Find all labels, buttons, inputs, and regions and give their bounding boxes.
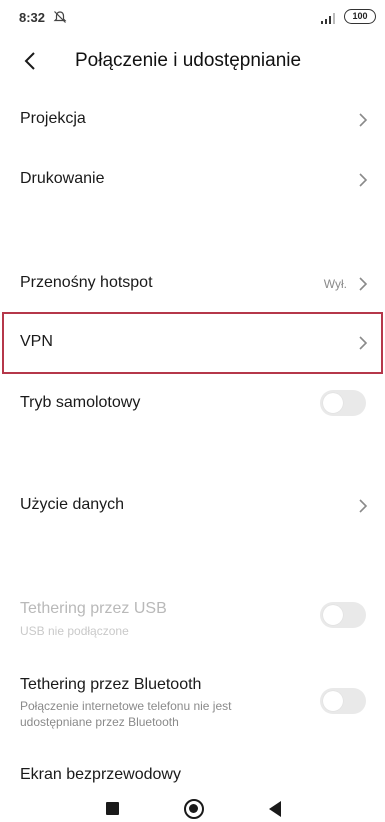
list-item-printing[interactable]: Drukowanie — [0, 150, 385, 210]
nav-back-button[interactable] — [269, 801, 281, 817]
list-item-label: Projekcja — [20, 110, 86, 127]
page-title: Połączenie i udostępnianie — [75, 50, 302, 71]
list-item-label: Drukowanie — [20, 170, 105, 187]
usb-tethering-toggle[interactable] — [320, 602, 366, 628]
chevron-right-icon — [359, 499, 368, 513]
signal-icon — [321, 13, 335, 24]
list-item-label: Tethering przez Bluetooth — [20, 676, 202, 693]
status-bar: 8:32 100 — [0, 0, 385, 36]
back-button[interactable] — [16, 48, 44, 74]
list-item-wireless-display[interactable]: Ekran bezprzewodowy — [0, 752, 385, 792]
home-button[interactable] — [184, 799, 204, 819]
list-item-data-usage[interactable]: Użycie danych — [0, 476, 385, 536]
list-item-label: Przenośny hotspot — [20, 274, 153, 291]
list-item-label: Tryb samolotowy — [20, 394, 141, 411]
list-item-label: Użycie danych — [20, 496, 125, 513]
toggle-knob — [323, 691, 343, 711]
top-bar: Połączenie i udostępnianie — [0, 36, 385, 86]
hotspot-status: Wył. — [323, 277, 347, 291]
status-time: 8:32 — [19, 10, 46, 25]
alarm-off-icon — [53, 11, 67, 23]
list-item-subtitle: Połączenie internetowe telefonu nie jest — [20, 699, 232, 713]
toggle-knob — [323, 393, 343, 413]
list-item-label: Ekran bezprzewodowy — [20, 766, 181, 783]
list-item-usb-tethering: Tethering przez USB USB nie podłączone — [0, 584, 385, 648]
recents-button[interactable] — [106, 802, 119, 815]
chevron-right-icon — [359, 113, 368, 127]
list-item-bluetooth-tethering: Tethering przez Bluetooth Połączenie int… — [0, 664, 385, 738]
list-item-label: Tethering przez USB — [20, 600, 167, 617]
bluetooth-tethering-toggle[interactable] — [320, 688, 366, 714]
list-item-hotspot[interactable]: Przenośny hotspot Wył. — [0, 252, 385, 312]
airplane-mode-toggle[interactable] — [320, 390, 366, 416]
chevron-right-icon — [359, 277, 368, 291]
list-item-subtitle: udostępniane przez Bluetooth — [20, 715, 179, 729]
navigation-bar — [0, 792, 385, 822]
battery-icon: 100 — [344, 9, 376, 24]
list-item-subtitle: USB nie podłączone — [20, 624, 129, 638]
list-item-airplane-mode: Tryb samolotowy — [0, 374, 385, 434]
list-item-projection[interactable]: Projekcja — [0, 90, 385, 150]
highlight-box — [2, 312, 383, 374]
toggle-knob — [323, 605, 343, 625]
chevron-right-icon — [359, 173, 368, 187]
chevron-left-icon — [24, 52, 35, 70]
